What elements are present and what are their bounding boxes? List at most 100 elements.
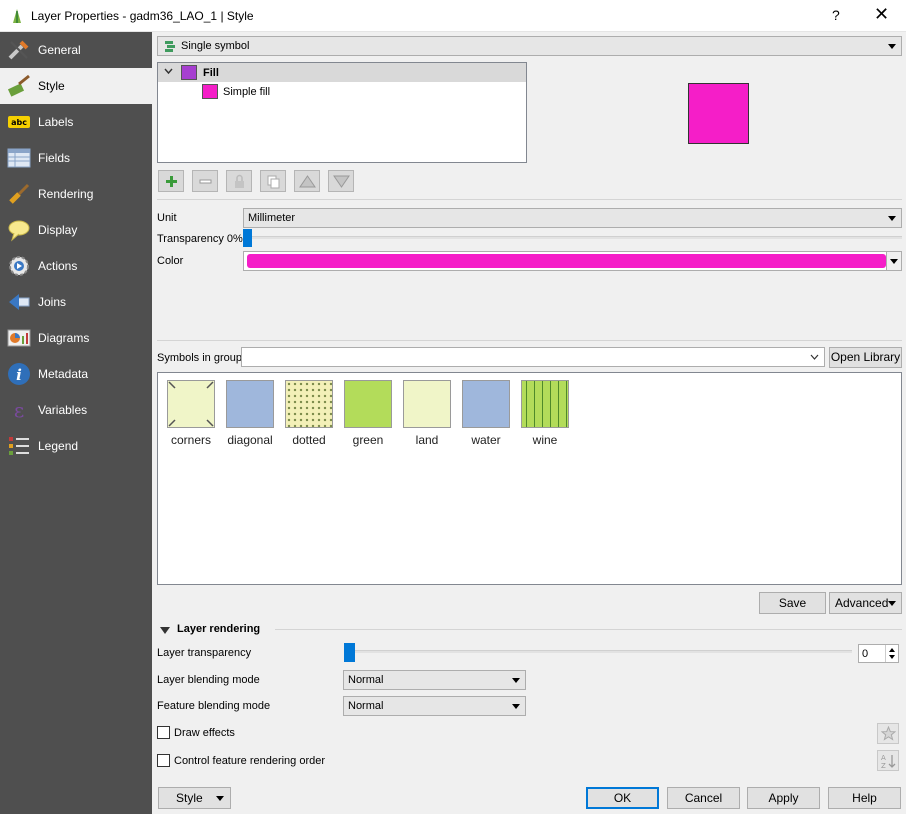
speech-bubble-icon — [8, 220, 30, 242]
epsilon-icon: ε — [14, 398, 24, 422]
symbol-name: wine — [532, 433, 558, 447]
sidebar-item-label: Actions — [38, 259, 78, 273]
chevron-down-icon[interactable] — [164, 68, 173, 75]
unit-select[interactable]: Millimeter — [243, 208, 902, 228]
section-divider — [275, 629, 902, 630]
qgis-icon — [13, 9, 21, 23]
legend-icon — [9, 437, 29, 455]
sidebar-item-label: Display — [38, 223, 78, 237]
layer-rendering-section-header[interactable]: Layer rendering — [160, 623, 905, 639]
symbol-name: water — [471, 433, 501, 447]
sidebar-item-label: Variables — [38, 403, 88, 417]
arrow-up-icon[interactable] — [889, 648, 895, 652]
chevron-down-icon — [888, 44, 896, 49]
sidebar-item-diagrams[interactable]: Diagrams — [0, 320, 152, 356]
sidebar-item-metadata[interactable]: i Metadata — [0, 356, 152, 392]
layer-rendering-title: Layer rendering — [177, 623, 261, 635]
cancel-button[interactable]: Cancel — [667, 787, 740, 809]
join-icon — [9, 294, 30, 310]
svg-text:ε: ε — [14, 398, 24, 422]
lock-layer-button[interactable] — [226, 170, 252, 192]
duplicate-layer-button[interactable] — [260, 170, 286, 192]
sidebar-item-actions[interactable]: Actions — [0, 248, 152, 284]
chevron-down-icon — [888, 601, 896, 606]
draw-effects-label: Draw effects — [174, 727, 235, 739]
sidebar-item-label: Fields — [38, 151, 71, 165]
apply-button[interactable]: Apply — [747, 787, 820, 809]
symbol-name: diagonal — [227, 433, 273, 447]
tree-row-simple-fill[interactable]: Simple fill — [158, 82, 526, 101]
divider — [157, 199, 902, 200]
help-icon[interactable]: ? — [832, 7, 840, 23]
move-down-button[interactable] — [328, 170, 354, 192]
corners-pattern-icon — [168, 381, 214, 427]
color-label: Color — [157, 255, 184, 267]
style-menu-button[interactable]: Style — [158, 787, 231, 809]
abc-label-icon: abc — [8, 116, 30, 128]
remove-symbol-layer-button[interactable] — [192, 170, 218, 192]
add-symbol-layer-button[interactable] — [158, 170, 184, 192]
sidebar-item-legend[interactable]: Legend — [0, 428, 152, 464]
paintbrush-icon — [7, 74, 30, 97]
lock-icon — [235, 174, 244, 188]
feature-blending-select[interactable]: Normal — [343, 696, 526, 716]
transparency-slider-handle[interactable] — [243, 229, 252, 247]
window-title: Layer Properties - gadm36_LAO_1 | Style — [31, 9, 254, 23]
chevron-down-icon — [216, 796, 224, 801]
symbol-swatch — [521, 380, 569, 428]
star-icon — [881, 726, 896, 741]
sidebar-item-label: Rendering — [38, 187, 94, 201]
renderer-type-select[interactable]: Single symbol — [157, 36, 902, 56]
effects-settings-button[interactable] — [877, 723, 899, 744]
symbol-swatch — [226, 380, 274, 428]
color-dropdown-button[interactable] — [886, 252, 901, 270]
sidebar-item-rendering[interactable]: Rendering — [0, 176, 152, 212]
single-symbol-icon — [165, 41, 175, 52]
sidebar-item-fields[interactable]: Fields — [0, 140, 152, 176]
sidebar-item-joins[interactable]: Joins — [0, 284, 152, 320]
unit-label: Unit — [157, 212, 177, 224]
feature-blending-label: Feature blending mode — [157, 700, 271, 712]
sidebar-item-general[interactable]: General — [0, 32, 152, 68]
tree-row-fill[interactable]: Fill — [158, 63, 526, 82]
sort-az-icon: A Z — [881, 754, 896, 769]
symbol-group-select[interactable] — [241, 347, 825, 367]
sidebar-item-label: Legend — [38, 439, 79, 453]
unit-value: Millimeter — [248, 212, 296, 224]
sidebar-item-labels[interactable]: abc Labels — [0, 104, 152, 140]
advanced-label: Advanced — [835, 596, 889, 610]
sidebar-item-label: Diagrams — [38, 331, 90, 345]
wrench-icon — [8, 40, 29, 60]
gear-play-icon — [9, 256, 29, 276]
symbol-swatch — [167, 380, 215, 428]
chart-icon — [7, 329, 31, 347]
layer-blending-select[interactable]: Normal — [343, 670, 526, 690]
collapse-triangle-icon[interactable] — [160, 627, 170, 634]
color-button[interactable] — [243, 251, 902, 271]
close-icon[interactable]: ✕ — [874, 4, 889, 25]
sidebar-item-variables[interactable]: ε Variables — [0, 392, 152, 428]
draw-effects-checkbox[interactable] — [157, 726, 170, 739]
layer-transparency-label: Layer transparency — [157, 647, 252, 659]
control-rendering-order-checkbox[interactable] — [157, 754, 170, 767]
sidebar-item-style[interactable]: Style — [0, 68, 152, 104]
help-button[interactable]: Help — [828, 787, 901, 809]
layer-transparency-slider-handle[interactable] — [344, 643, 355, 662]
arrow-down-icon[interactable] — [889, 655, 895, 659]
advanced-menu-button[interactable]: Advanced — [829, 592, 902, 614]
symbol-swatch — [403, 380, 451, 428]
spinbox-arrows[interactable] — [885, 645, 898, 662]
layer-transparency-slider-track[interactable] — [344, 650, 852, 653]
layer-transparency-spinbox[interactable]: 0 — [858, 644, 899, 663]
ok-button[interactable]: OK — [586, 787, 659, 809]
save-symbol-button[interactable]: Save — [759, 592, 826, 614]
rendering-order-settings-button[interactable]: A Z — [877, 750, 899, 771]
renderer-type-value: Single symbol — [181, 40, 250, 52]
symbol-swatch — [285, 380, 333, 428]
open-library-button[interactable]: Open Library — [829, 347, 902, 368]
transparency-slider-track[interactable] — [243, 236, 902, 239]
symbol-layer-tree[interactable]: Fill Simple fill — [157, 62, 527, 163]
sidebar-item-display[interactable]: Display — [0, 212, 152, 248]
move-up-button[interactable] — [294, 170, 320, 192]
sidebar: General Style abc Labels Fields Renderin… — [0, 32, 152, 814]
